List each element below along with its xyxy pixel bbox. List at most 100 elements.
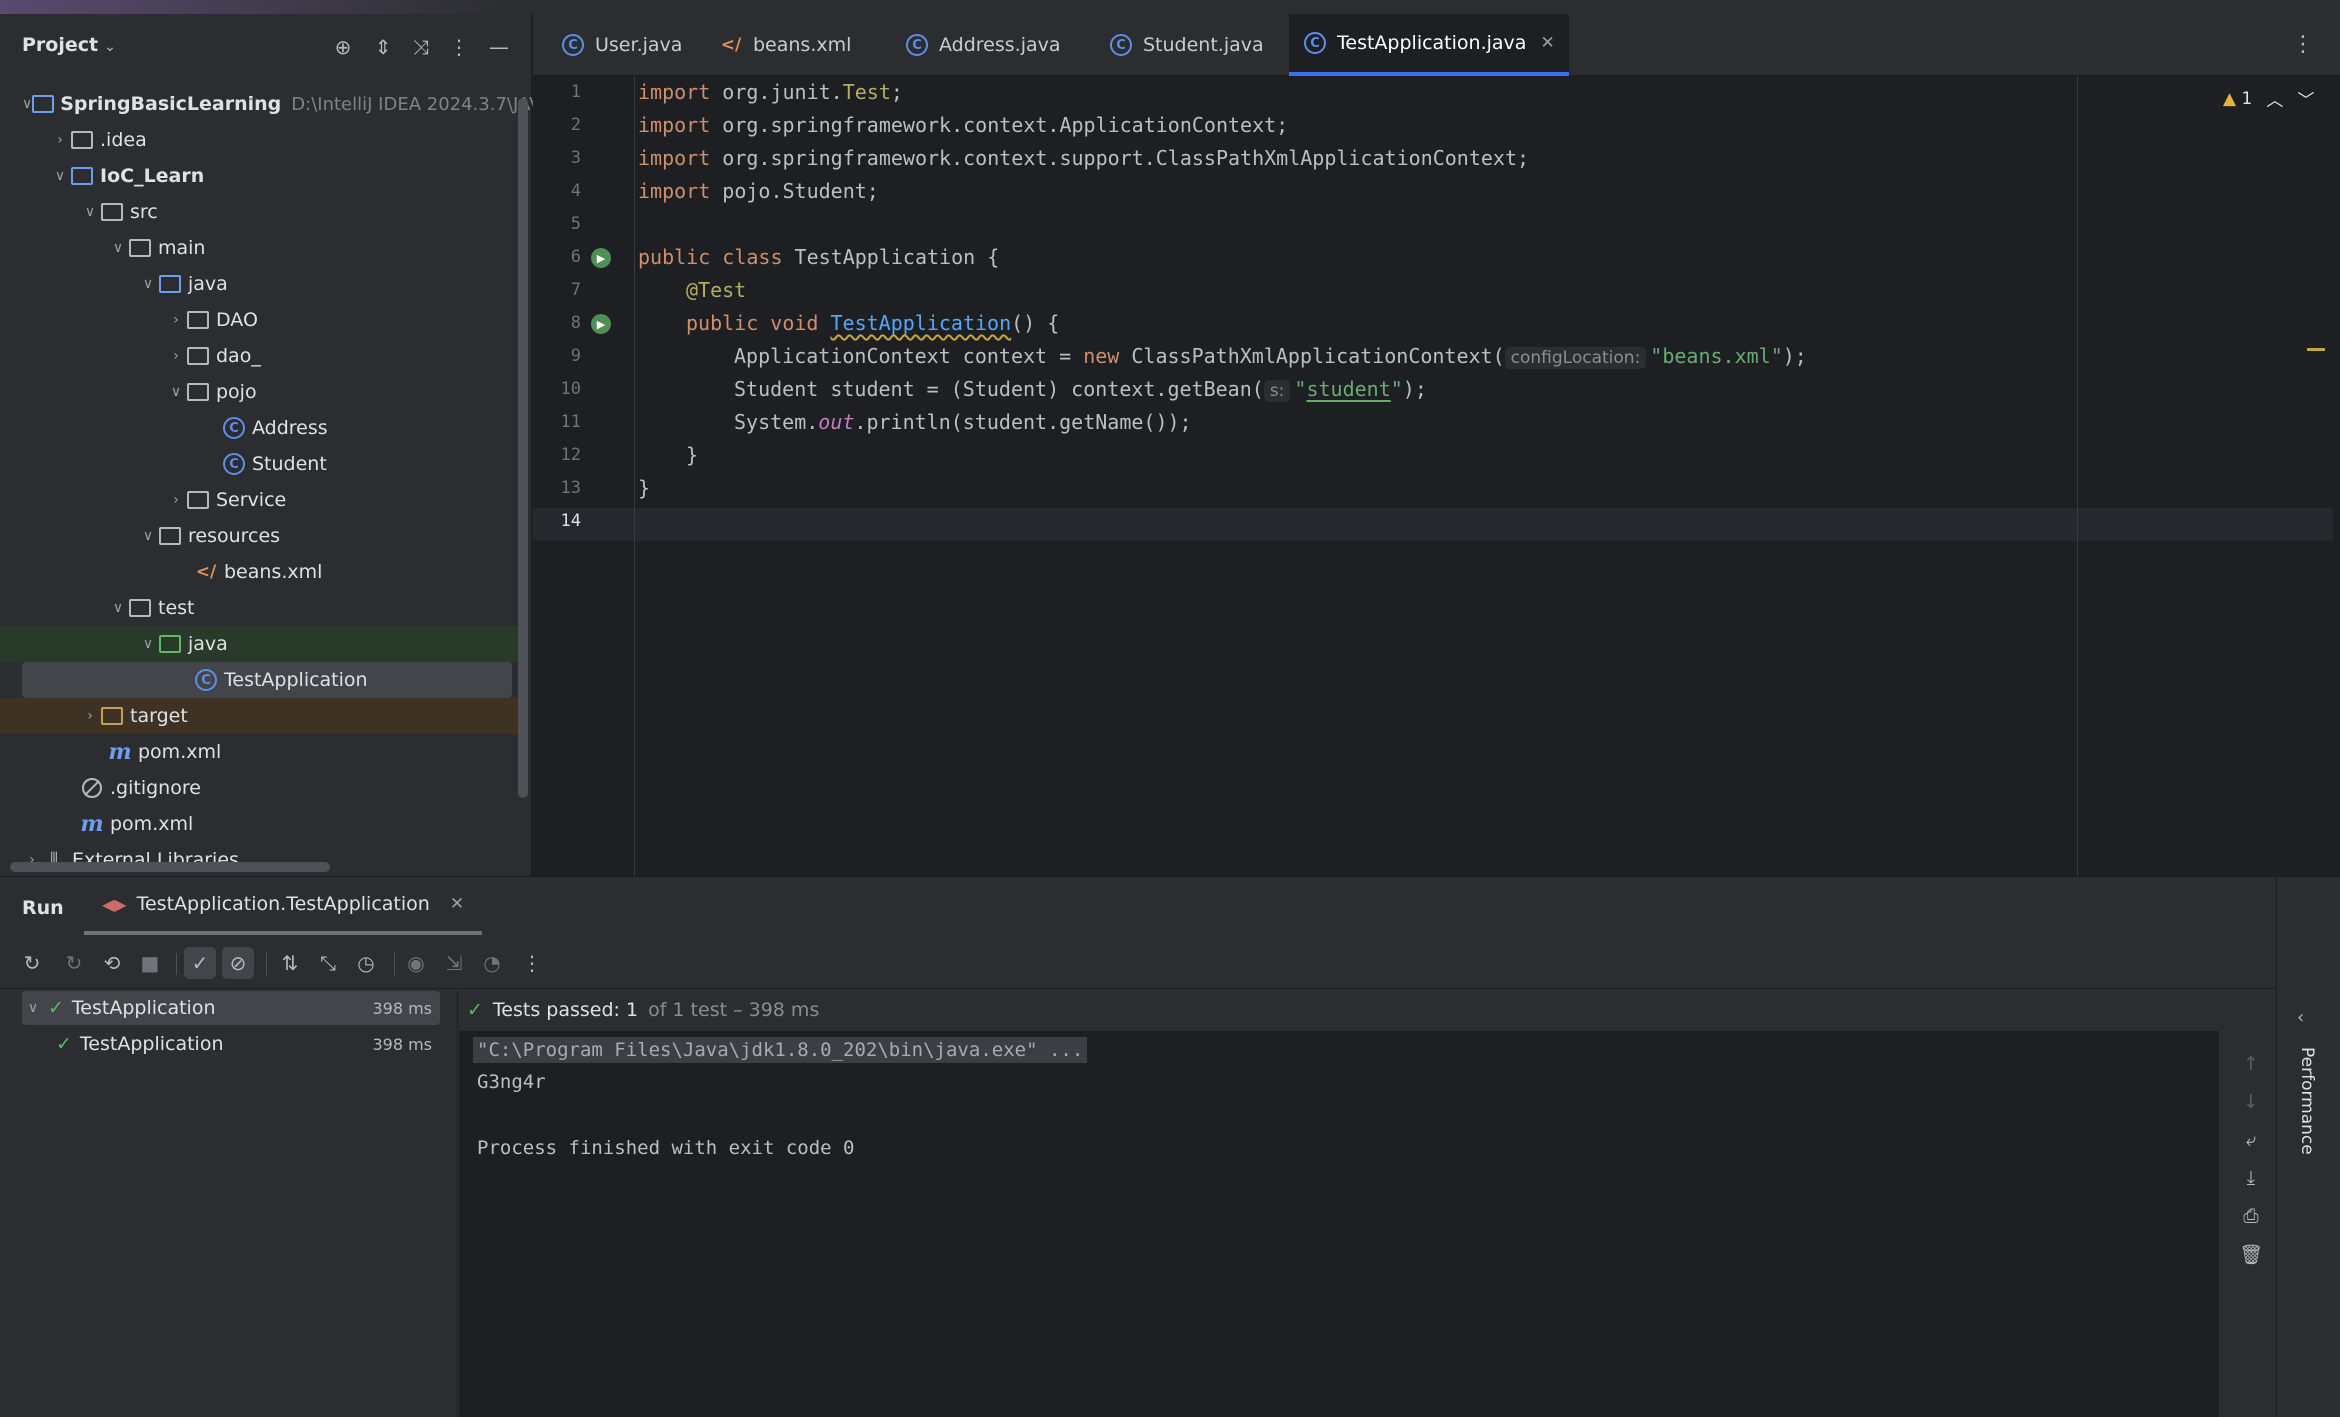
tab-address-java[interactable]: C Address.java <box>891 14 1075 76</box>
tree-item-main[interactable]: ∨ main <box>0 230 520 266</box>
tree-item-idea[interactable]: › .idea <box>0 122 520 158</box>
rerun-failed-icon[interactable]: ↻ <box>58 947 90 979</box>
chevron-right-icon[interactable]: › <box>50 132 70 148</box>
expand-all-icon[interactable]: ⇕ <box>370 34 396 60</box>
tree-item-address[interactable]: C Address <box>0 410 520 446</box>
code-line-6: public class TestApplication { <box>638 245 1000 269</box>
close-tab-icon[interactable]: ✕ <box>1540 33 1554 53</box>
line-number: 8 <box>570 313 581 333</box>
toggle-auto-test-icon[interactable]: ⟲ <box>96 947 128 979</box>
chevron-right-icon[interactable]: › <box>166 348 186 364</box>
tree-item-springbasiclearning[interactable]: ∨ SpringBasicLearning D:\IntelliJ IDEA 2… <box>0 86 553 122</box>
resources-folder-icon <box>158 524 182 548</box>
tree-item-gitignore[interactable]: .gitignore <box>0 770 520 806</box>
tab-beans-xml[interactable]: </ beans.xml <box>705 14 865 76</box>
chevron-right-icon[interactable]: › <box>166 312 186 328</box>
test-method-row[interactable]: ✓ TestApplication 398 ms <box>22 1027 440 1061</box>
chevron-left-icon[interactable]: ‹ <box>2297 1007 2304 1028</box>
chevron-down-icon[interactable]: ∨ <box>108 240 128 256</box>
line-number: 7 <box>570 280 581 300</box>
run-config-tab[interactable]: ◀▶ TestApplication.TestApplication ✕ <box>84 877 483 935</box>
show-ignored-icon[interactable]: ⊘ <box>222 947 254 979</box>
line-number: 4 <box>570 181 581 201</box>
chevron-down-icon[interactable]: ∨ <box>50 168 70 184</box>
chevron-down-icon[interactable]: ∨ <box>138 276 158 292</box>
tree-item-student[interactable]: C Student <box>0 446 520 482</box>
chevron-down-icon[interactable]: ∨ <box>108 600 128 616</box>
tab-user-java[interactable]: C User.java <box>547 14 696 76</box>
screenshot-icon[interactable]: ◉ <box>400 947 432 979</box>
tree-item-test-java[interactable]: ∨ java <box>0 626 520 662</box>
previous-highlight-icon[interactable]: ︿ <box>2266 86 2283 111</box>
chevron-down-icon[interactable]: ∨ <box>166 384 186 400</box>
test-history-icon[interactable]: ◷ <box>350 947 382 979</box>
tree-item-dao-underscore[interactable]: › dao_ <box>0 338 520 374</box>
tree-item-testapplication[interactable]: C TestApplication <box>22 662 512 698</box>
tree-item-pojo[interactable]: ∨ pojo <box>0 374 520 410</box>
run-test-icon[interactable]: ▶ <box>591 314 611 334</box>
tree-item-ioc-learn[interactable]: ∨ IoC_Learn <box>0 158 520 194</box>
stop-icon[interactable]: ■ <box>134 947 166 979</box>
performance-side-panel[interactable]: ‹ Performance <box>2276 877 2340 1417</box>
code-editor[interactable]: 1 2 3 4 5 6 7 8 9 10 11 12 13 14 ▶ ▶ imp… <box>533 76 2340 876</box>
soft-wrap-icon[interactable]: ⤶ <box>2236 1125 2266 1155</box>
minimize-icon[interactable]: — <box>486 34 512 60</box>
collapse-icon[interactable]: ⤡ <box>312 947 344 979</box>
chevron-right-icon[interactable]: › <box>80 708 100 724</box>
tab-testapplication-java[interactable]: C TestApplication.java ✕ <box>1289 14 1569 76</box>
line-number: 1 <box>570 82 581 102</box>
tree-item-external-libraries[interactable]: › ⫼ External Libraries <box>0 842 520 878</box>
tab-student-java[interactable]: C Student.java <box>1095 14 1278 76</box>
run-tool-window: Run ◀▶ TestApplication.TestApplication ✕… <box>0 876 2340 1417</box>
inspection-widget[interactable]: ▲ 1 ︿ ﹀ <box>2223 86 2314 112</box>
scroll-to-end-icon[interactable]: ⤓ <box>2236 1163 2266 1193</box>
warning-stripe[interactable] <box>2307 348 2325 351</box>
sort-alphabetically-icon[interactable]: ⇅ <box>274 947 306 979</box>
chevron-right-icon[interactable]: › <box>166 492 186 508</box>
project-horizontal-scrollbar[interactable] <box>10 862 330 872</box>
console-command-line[interactable]: "C:\Program Files\Java\jdk1.8.0_202\bin\… <box>473 1037 1088 1063</box>
console-line: G3ng4r <box>477 1071 546 1093</box>
class-icon: C <box>561 34 585 56</box>
chevron-down-icon[interactable]: ∨ <box>80 204 100 220</box>
chevron-down-icon[interactable]: ∨ <box>138 636 158 652</box>
line-number: 12 <box>560 445 581 465</box>
test-results-tree: ∨ ✓ TestApplication 398 ms ✓ TestApplica… <box>0 991 458 1417</box>
next-highlight-icon[interactable]: ﹀ <box>2297 86 2314 111</box>
export-icon[interactable]: ⇲ <box>438 947 470 979</box>
coverage-icon[interactable]: ◔ <box>476 947 508 979</box>
tree-item-main-java[interactable]: ∨ java <box>0 266 520 302</box>
console-output[interactable]: "C:\Program Files\Java\jdk1.8.0_202\bin\… <box>459 1031 2219 1417</box>
clear-all-icon[interactable]: 🗑 <box>2236 1239 2266 1269</box>
tree-item-module-pom[interactable]: m pom.xml <box>0 734 520 770</box>
collapse-all-icon[interactable]: ⤨ <box>408 34 434 60</box>
more-options-icon[interactable]: ⋮ <box>516 947 548 979</box>
chevron-down-icon[interactable]: ∨ <box>22 96 32 112</box>
run-test-icon[interactable]: ▶ <box>591 248 611 268</box>
chevron-down-icon[interactable]: ∨ <box>22 1000 44 1016</box>
project-view-selector[interactable]: Project ⌄ <box>22 34 116 56</box>
tree-item-root-pom[interactable]: m pom.xml <box>0 806 520 842</box>
tree-item-service[interactable]: › Service <box>0 482 520 518</box>
tree-item-dao[interactable]: › DAO <box>0 302 520 338</box>
tree-item-resources[interactable]: ∨ resources <box>0 518 520 554</box>
tree-item-target[interactable]: › target <box>0 698 520 734</box>
tree-item-beans-xml[interactable]: </ beans.xml <box>0 554 520 590</box>
tree-item-src[interactable]: ∨ src <box>0 194 520 230</box>
tree-item-test[interactable]: ∨ test <box>0 590 520 626</box>
close-tab-icon[interactable]: ✕ <box>450 894 464 914</box>
chevron-down-icon[interactable]: ∨ <box>138 528 158 544</box>
more-tabs-icon[interactable]: ⋮ <box>2292 32 2314 57</box>
show-passed-icon[interactable]: ✓ <box>184 947 216 979</box>
scroll-up-icon[interactable]: ↑ <box>2236 1049 2266 1079</box>
xml-file-icon: </ <box>195 562 217 582</box>
line-number: 10 <box>560 379 581 399</box>
locate-icon[interactable]: ⊕ <box>330 34 356 60</box>
scroll-down-icon[interactable]: ↓ <box>2236 1087 2266 1117</box>
code-line-7: @Test <box>686 278 747 302</box>
test-suite-row[interactable]: ∨ ✓ TestApplication 398 ms <box>22 991 440 1025</box>
more-options-icon[interactable]: ⋮ <box>446 34 472 60</box>
rerun-icon[interactable]: ↻ <box>16 947 48 979</box>
project-vertical-scrollbar[interactable] <box>518 98 528 798</box>
print-icon[interactable]: ⎙ <box>2236 1201 2266 1231</box>
